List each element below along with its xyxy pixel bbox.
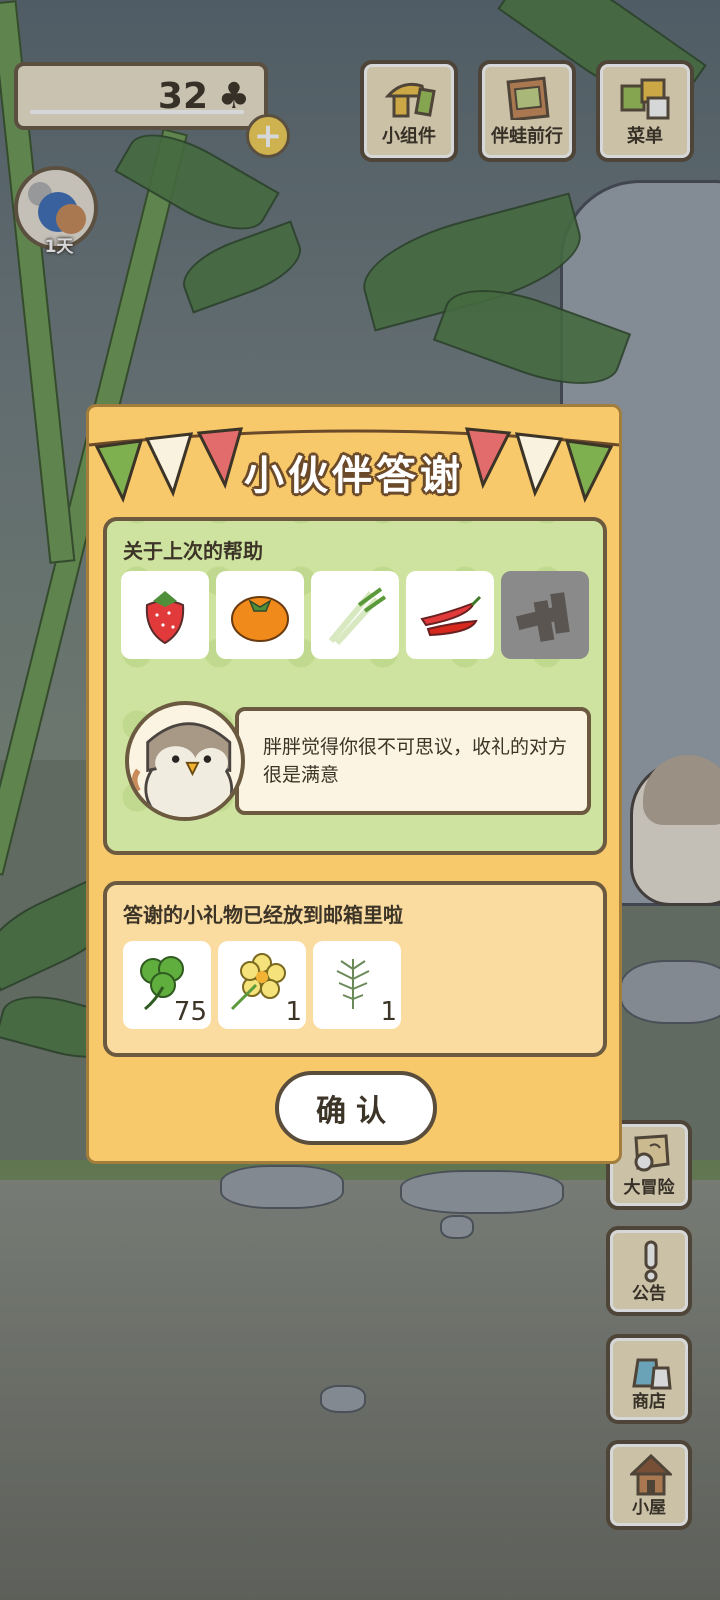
help-item[interactable] — [121, 571, 209, 659]
help-summary-panel: 关于上次的帮助 胖胖觉得你很不可思议，收礼的对方很是满意 — [103, 517, 607, 855]
chili-pepper-icon — [420, 595, 482, 637]
gift-items-row: 75 1 1 — [123, 941, 401, 1029]
strawberry-icon — [145, 591, 185, 645]
help-item[interactable] — [311, 571, 399, 659]
partner-thanks-dialog: 小伙伴答谢 关于上次的帮助 胖胖觉得你很不可思议，收礼的对方很是满意 答谢的小礼… — [86, 404, 622, 1164]
partner-message-bubble: 胖胖觉得你很不可思议，收礼的对方很是满意 — [235, 707, 591, 815]
help-item[interactable] — [216, 571, 304, 659]
help-items-row — [121, 571, 589, 659]
gift-panel: 答谢的小礼物已经放到邮箱里啦 75 1 1 — [103, 881, 607, 1057]
gift-section-title: 答谢的小礼物已经放到邮箱里啦 — [123, 903, 403, 927]
gift-count: 75 — [173, 997, 207, 1027]
herb-sprig-icon — [336, 959, 370, 1009]
persimmon-icon — [231, 596, 289, 642]
gift-count: 1 — [285, 997, 302, 1027]
confirm-button[interactable]: 确认 — [275, 1071, 437, 1145]
partner-avatar — [125, 701, 245, 821]
dialog-title: 小伙伴答谢 — [244, 453, 464, 499]
gift-item[interactable]: 75 — [123, 941, 211, 1029]
green-onion-icon — [328, 587, 387, 646]
gift-item[interactable]: 1 — [313, 941, 401, 1029]
gift-count: 1 — [380, 997, 397, 1027]
help-item[interactable] — [406, 571, 494, 659]
help-section-title: 关于上次的帮助 — [123, 539, 263, 563]
sparrow-partner-icon — [131, 722, 234, 817]
yellow-flower-icon — [230, 953, 286, 1011]
partner-message-text: 胖胖觉得你很不可思议，收礼的对方很是满意 — [263, 736, 568, 786]
bread-crust-icon — [515, 592, 570, 642]
help-item-used[interactable] — [501, 571, 589, 659]
gift-item[interactable]: 1 — [218, 941, 306, 1029]
